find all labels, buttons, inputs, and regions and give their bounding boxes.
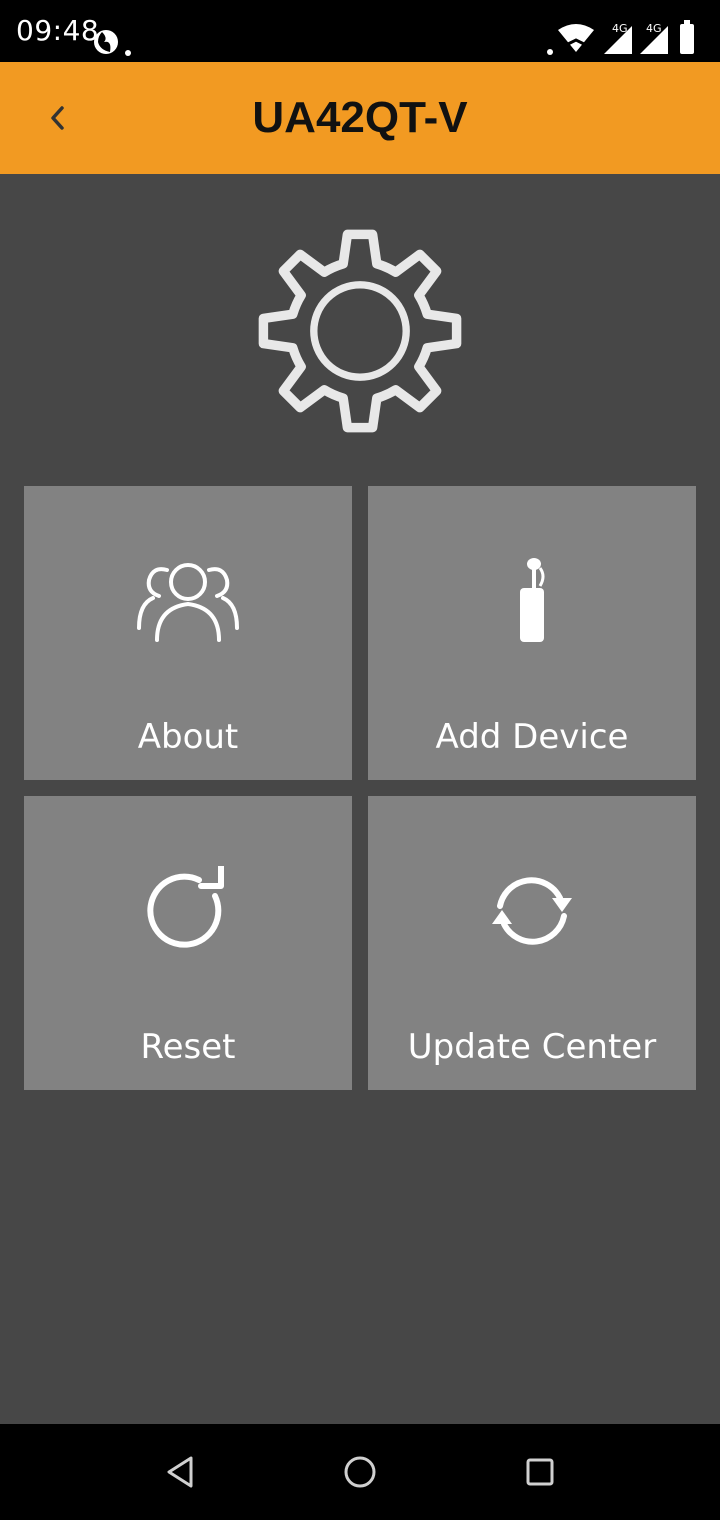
about-label: About — [137, 717, 239, 757]
status-bar: 09:48 4G 4G — [0, 0, 720, 62]
page-title: UA42QT-V — [252, 93, 468, 142]
status-right-icons: 4G 4G — [547, 20, 694, 55]
add-device-label: Add Device — [435, 717, 629, 757]
nav-home-button[interactable] — [332, 1444, 388, 1500]
app-notification-icon — [94, 30, 131, 56]
about-tile[interactable]: About — [24, 486, 352, 780]
update-center-label: Update Center — [407, 1027, 657, 1067]
system-nav-bar — [0, 1424, 720, 1520]
status-time: 09:48 — [16, 14, 100, 47]
earpiece-device-icon — [520, 558, 545, 642]
network-label-1: 4G — [612, 22, 628, 35]
nav-home-icon — [344, 1456, 376, 1488]
settings-screen: 09:48 4G 4G UA42QT-V About Add Device Re… — [0, 0, 720, 1520]
add-device-tile[interactable]: Add Device — [368, 486, 696, 780]
update-center-tile[interactable]: Update Center — [368, 796, 696, 1090]
reset-icon — [147, 866, 224, 948]
nav-recents-button[interactable] — [512, 1444, 568, 1500]
back-button[interactable] — [30, 90, 86, 146]
app-header: UA42QT-V — [0, 62, 720, 174]
settings-gear-icon — [258, 229, 462, 433]
wifi-icon — [547, 24, 594, 55]
network-label-2: 4G — [646, 22, 662, 35]
chevron-left-icon — [51, 106, 64, 130]
nav-back-button[interactable] — [152, 1444, 208, 1500]
reset-tile[interactable]: Reset — [24, 796, 352, 1090]
users-icon — [137, 563, 239, 642]
nav-back-icon — [167, 1456, 193, 1488]
nav-recents-icon — [526, 1458, 554, 1486]
sync-icon — [492, 877, 572, 945]
battery-icon — [680, 20, 694, 54]
reset-label: Reset — [140, 1027, 236, 1067]
